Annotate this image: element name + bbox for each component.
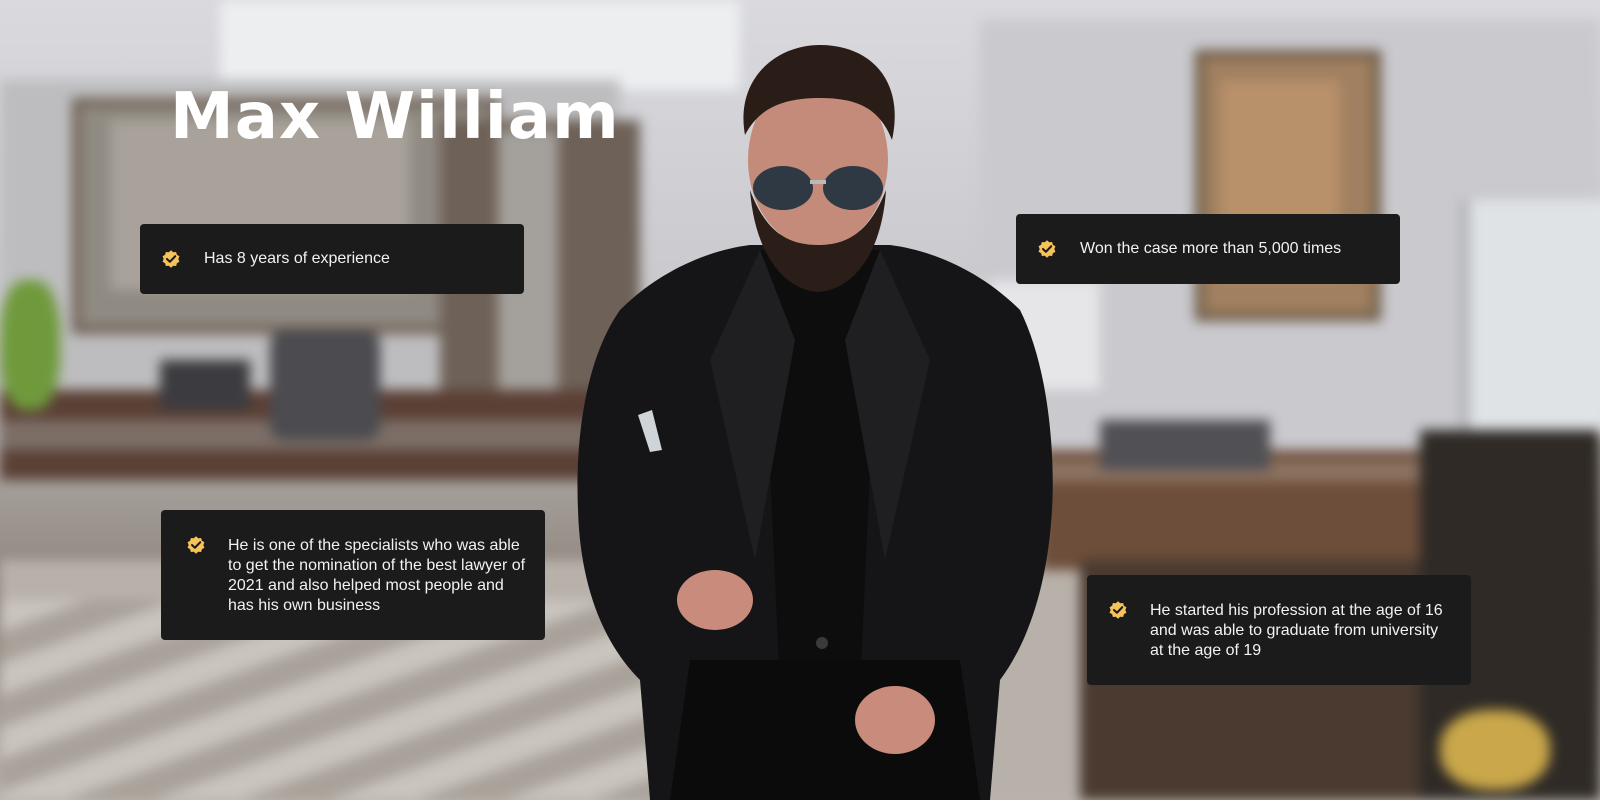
lawyer-portrait-image [577,45,1053,800]
highlight-card-nomination: He is one of the specialists who was abl… [161,510,545,640]
hero-section: Max William Has 8 years of experience Wo… [0,0,1600,800]
verified-check-badge-icon [187,536,205,554]
page-title: Max William [170,80,620,154]
highlight-text: He started his profession at the age of … [1150,602,1443,659]
highlight-card-experience: Has 8 years of experience [140,224,524,294]
verified-check-badge-icon [162,250,180,268]
highlight-card-cases-won: Won the case more than 5,000 times [1016,214,1400,284]
highlight-text: Has 8 years of experience [204,250,390,267]
highlight-text: He is one of the specialists who was abl… [228,537,526,614]
verified-check-badge-icon [1038,240,1056,258]
verified-check-badge-icon [1109,601,1127,619]
highlight-card-career-start: He started his profession at the age of … [1087,575,1471,685]
highlight-text: Won the case more than 5,000 times [1080,240,1342,257]
